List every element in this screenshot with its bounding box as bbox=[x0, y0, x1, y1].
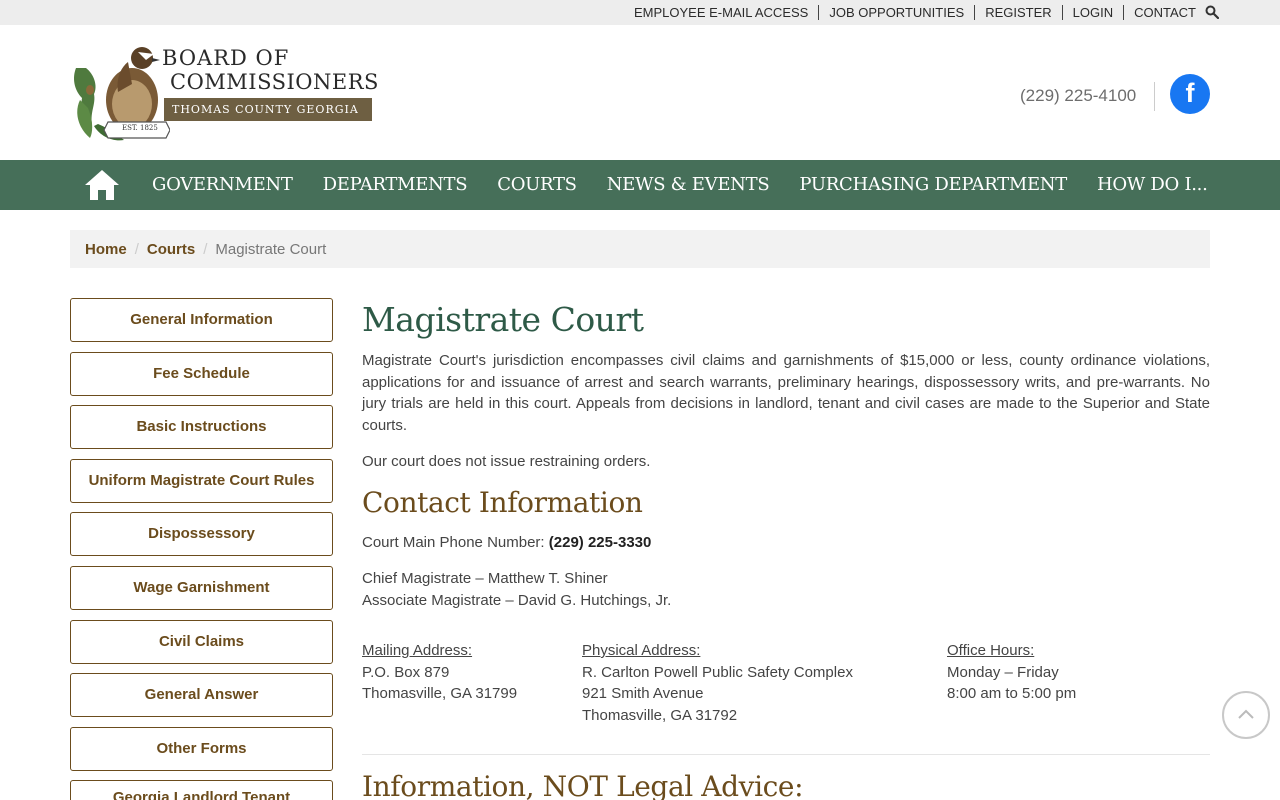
hours-heading: Office Hours: bbox=[947, 642, 1035, 659]
mailing-line: P.O. Box 879 bbox=[362, 663, 450, 681]
nav-departments[interactable]: DEPARTMENTS bbox=[308, 160, 483, 210]
search-icon[interactable] bbox=[1205, 5, 1219, 19]
legal-heading: Information, NOT Legal Advice: bbox=[362, 770, 804, 800]
contact-heading: Contact Information bbox=[362, 485, 643, 519]
logo-line-county: THOMAS COUNTY GEORGIA bbox=[172, 103, 359, 116]
sidebar-item-court-rules[interactable]: Uniform Magistrate Court Rules bbox=[70, 458, 333, 503]
mailing-address: Mailing Address: P.O. Box 879 Thomasvill… bbox=[362, 640, 517, 705]
physical-address: Physical Address: R. Carlton Powell Publ… bbox=[582, 640, 853, 726]
associate-magistrate: Associate Magistrate – David G. Hutching… bbox=[362, 591, 672, 609]
site-logo[interactable]: BOARD OF COMMISSIONERS THOMAS COUNTY GEO… bbox=[70, 38, 378, 148]
court-phone-line: Court Main Phone Number: (229) 225-3330 bbox=[362, 532, 1210, 554]
page-title: Magistrate Court bbox=[362, 300, 644, 339]
link-employee-email[interactable]: EMPLOYEE E-MAIL ACCESS bbox=[624, 5, 818, 20]
header-phone[interactable]: (229) 225-4100 bbox=[1020, 86, 1136, 106]
section-divider bbox=[362, 754, 1210, 755]
hours-line: Monday – Friday bbox=[947, 663, 1059, 681]
nav-purchasing[interactable]: PURCHASING DEPARTMENT bbox=[784, 160, 1082, 210]
address-columns: Mailing Address: P.O. Box 879 Thomasvill… bbox=[362, 640, 1210, 730]
physical-heading: Physical Address: bbox=[582, 642, 701, 659]
logo-est: EST. 1825 bbox=[122, 124, 158, 132]
court-phone-number[interactable]: (229) 225-3330 bbox=[549, 534, 652, 551]
facebook-icon[interactable]: f bbox=[1170, 74, 1210, 114]
nav-news-events[interactable]: NEWS & EVENTS bbox=[592, 160, 785, 210]
chief-magistrate: Chief Magistrate – Matthew T. Shiner bbox=[362, 570, 608, 587]
physical-line: Thomasville, GA 31792 bbox=[582, 706, 738, 724]
sidebar-item-general-answer[interactable]: General Answer bbox=[70, 673, 333, 718]
nav-how-do-i[interactable]: HOW DO I... bbox=[1082, 160, 1223, 210]
restraining-note: Our court does not issue restraining ord… bbox=[362, 453, 651, 470]
header-divider bbox=[1154, 82, 1155, 111]
intro-paragraph: Magistrate Court's jurisdiction encompas… bbox=[362, 352, 1210, 434]
mailing-heading: Mailing Address: bbox=[362, 642, 473, 659]
link-job-opportunities[interactable]: JOB OPPORTUNITIES bbox=[818, 5, 974, 20]
home-icon[interactable] bbox=[84, 169, 120, 201]
logo-line-board: BOARD OF bbox=[162, 46, 290, 70]
logo-line-commissioners: COMMISSIONERS bbox=[170, 70, 379, 94]
nav-government[interactable]: GOVERNMENT bbox=[137, 160, 308, 210]
breadcrumb-home[interactable]: Home bbox=[85, 241, 127, 258]
sidebar-item-general-information[interactable]: General Information bbox=[70, 298, 333, 342]
sidebar-item-landlord-tenant[interactable]: Georgia Landlord Tenant bbox=[70, 780, 333, 800]
breadcrumb-separator: / bbox=[203, 240, 208, 258]
office-hours: Office Hours: Monday – Friday 8:00 am to… bbox=[947, 640, 1076, 705]
main-nav-list: GOVERNMENT DEPARTMENTS COURTS NEWS & EVE… bbox=[137, 160, 1223, 210]
court-phone-label: Court Main Phone Number: bbox=[362, 533, 549, 551]
link-contact[interactable]: CONTACT bbox=[1123, 5, 1218, 20]
main-nav: GOVERNMENT DEPARTMENTS COURTS NEWS & EVE… bbox=[0, 160, 1280, 210]
breadcrumb-separator: / bbox=[134, 240, 139, 258]
main-content: Magistrate Court Magistrate Court's juri… bbox=[362, 298, 1210, 800]
sidebar-item-wage-garnishment[interactable]: Wage Garnishment bbox=[70, 565, 333, 610]
breadcrumb-current: Magistrate Court bbox=[215, 240, 327, 258]
back-to-top-button[interactable] bbox=[1222, 691, 1270, 739]
sidebar-nav: General Information Fee Schedule Basic I… bbox=[70, 298, 333, 800]
mailing-line: Thomasville, GA 31799 bbox=[362, 685, 518, 702]
sidebar-item-basic-instructions[interactable]: Basic Instructions bbox=[70, 405, 333, 450]
link-register[interactable]: REGISTER bbox=[974, 5, 1061, 20]
utility-links: EMPLOYEE E-MAIL ACCESS JOB OPPORTUNITIES… bbox=[624, 0, 1218, 25]
physical-line: R. Carlton Powell Public Safety Complex bbox=[582, 663, 853, 681]
physical-line: 921 Smith Avenue bbox=[582, 685, 704, 702]
link-login[interactable]: LOGIN bbox=[1061, 5, 1123, 20]
utility-bar: EMPLOYEE E-MAIL ACCESS JOB OPPORTUNITIES… bbox=[0, 0, 1280, 25]
sidebar-item-other-forms[interactable]: Other Forms bbox=[70, 726, 333, 771]
hours-line: 8:00 am to 5:00 pm bbox=[947, 685, 1077, 702]
nav-courts[interactable]: COURTS bbox=[482, 160, 591, 210]
sidebar-item-civil-claims[interactable]: Civil Claims bbox=[70, 619, 333, 664]
breadcrumb: Home / Courts / Magistrate Court bbox=[70, 230, 1210, 268]
magistrates: Chief Magistrate – Matthew T. Shiner Ass… bbox=[362, 568, 1210, 611]
sidebar-item-fee-schedule[interactable]: Fee Schedule bbox=[70, 351, 333, 396]
sidebar-item-dispossessory[interactable]: Dispossessory bbox=[70, 512, 333, 557]
chevron-up-icon bbox=[1238, 709, 1254, 719]
breadcrumb-courts[interactable]: Courts bbox=[147, 241, 195, 258]
